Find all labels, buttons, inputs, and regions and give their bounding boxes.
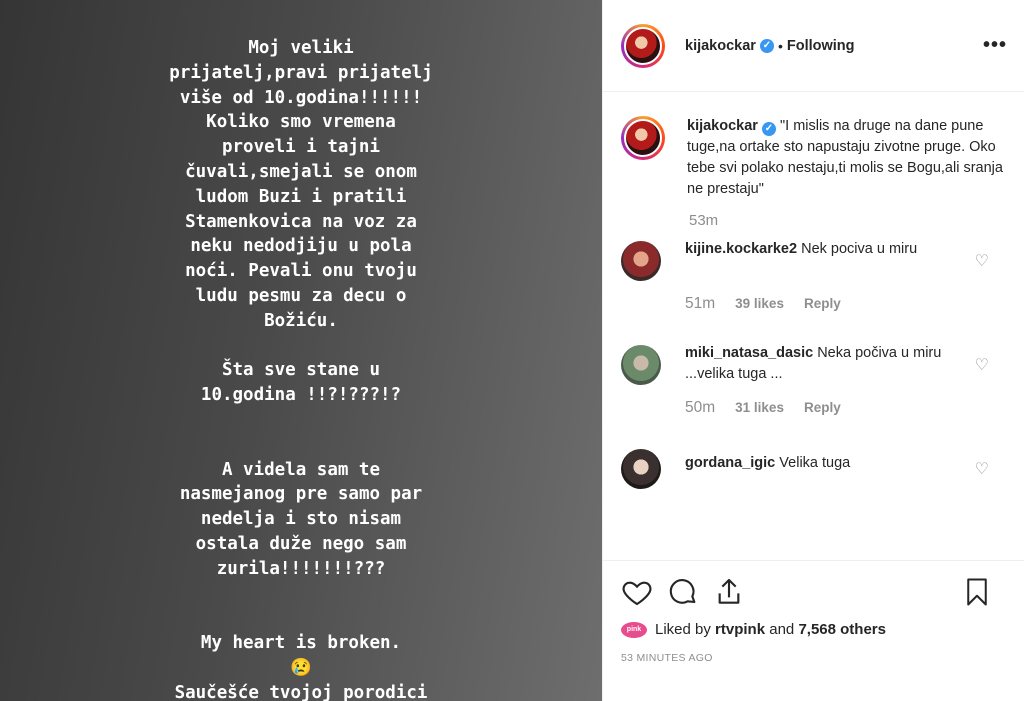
comment-meta: 51m 39 likes Reply bbox=[685, 295, 1007, 313]
post-actions: pink Liked by rtvpink and 7,568 others 5… bbox=[603, 560, 1024, 664]
commenter-avatar[interactable] bbox=[621, 345, 661, 385]
liker-username[interactable]: rtvpink bbox=[715, 621, 765, 638]
story-text: Moj veliki prijatelj,pravi prijatelj viš… bbox=[169, 38, 433, 701]
heart-icon[interactable] bbox=[621, 576, 653, 608]
caption-time[interactable]: 53m bbox=[689, 212, 1007, 229]
comment-text-block: gordana_igic Velika tuga bbox=[685, 453, 955, 489]
comment-meta: 50m 31 likes Reply bbox=[685, 399, 1007, 417]
reply-button[interactable]: Reply bbox=[804, 400, 841, 415]
comment-item: gordana_igic Velika tuga ♡ bbox=[621, 447, 1007, 489]
comment-time[interactable]: 51m bbox=[685, 295, 715, 313]
post-container: Moj veliki prijatelj,pravi prijatelj viš… bbox=[0, 0, 1024, 701]
post-header: kijakockar ✓ • Following ••• bbox=[603, 0, 1024, 92]
likes-summary: pink Liked by rtvpink and 7,568 others bbox=[621, 621, 1006, 638]
author-avatar[interactable] bbox=[621, 23, 665, 68]
commenter-avatar[interactable] bbox=[621, 241, 661, 281]
liked-by-prefix: Liked by bbox=[655, 621, 711, 638]
comment-username[interactable]: miki_natasa_dasic bbox=[685, 345, 813, 361]
like-comment-heart-icon[interactable]: ♡ bbox=[975, 355, 989, 375]
bookmark-icon[interactable] bbox=[962, 576, 992, 608]
comment-item: kijine.kockarke2 Nek pociva u miru ♡ bbox=[621, 239, 1007, 281]
author-avatar-image bbox=[624, 26, 662, 65]
comment-likes[interactable]: 39 likes bbox=[735, 296, 784, 311]
liker-avatar[interactable]: pink bbox=[621, 621, 647, 638]
reply-button[interactable]: Reply bbox=[804, 296, 841, 311]
like-comment-heart-icon[interactable]: ♡ bbox=[975, 251, 989, 271]
caption: kijakockar ✓ "I mislis na druge na dane p… bbox=[621, 116, 1007, 200]
verified-badge-icon: ✓ bbox=[759, 38, 774, 53]
comment-text-block: miki_natasa_dasic Neka počiva u miru ...… bbox=[685, 343, 955, 385]
post-sidebar: kijakockar ✓ • Following ••• kijakockar ✓… bbox=[602, 0, 1024, 701]
like-comment-heart-icon[interactable]: ♡ bbox=[975, 459, 989, 479]
comment-item: miki_natasa_dasic Neka počiva u miru ...… bbox=[621, 343, 1007, 385]
more-options-icon[interactable]: ••• bbox=[983, 34, 1007, 57]
comment-username[interactable]: gordana_igic bbox=[685, 455, 775, 471]
commenter-avatar[interactable] bbox=[621, 449, 661, 489]
comments-section[interactable]: kijakockar ✓ "I mislis na druge na dane p… bbox=[603, 93, 1024, 559]
comment-text-block: kijine.kockarke2 Nek pociva u miru bbox=[685, 239, 955, 281]
caption-avatar-image bbox=[624, 119, 662, 157]
comment-icon[interactable] bbox=[667, 576, 699, 608]
comment-username[interactable]: kijine.kockarke2 bbox=[685, 241, 797, 257]
comment-text: Velika tuga bbox=[779, 455, 851, 471]
post-image[interactable]: Moj veliki prijatelj,pravi prijatelj viš… bbox=[0, 0, 602, 701]
header-separator: • bbox=[777, 37, 783, 54]
caption-username[interactable]: kijakockar bbox=[687, 118, 758, 134]
post-timestamp[interactable]: 53 MINUTES AGO bbox=[621, 652, 1006, 664]
following-button[interactable]: Following bbox=[787, 38, 855, 54]
likes-count[interactable]: 7,568 others bbox=[798, 621, 886, 638]
share-icon[interactable] bbox=[713, 576, 745, 608]
comment-likes[interactable]: 31 likes bbox=[735, 400, 784, 415]
action-row bbox=[621, 561, 1006, 623]
comment-text: Nek pociva u miru bbox=[801, 241, 918, 257]
comment-time[interactable]: 50m bbox=[685, 399, 715, 417]
author-username[interactable]: kijakockar bbox=[685, 38, 756, 54]
caption-text-block: kijakockar ✓ "I mislis na druge na dane p… bbox=[687, 116, 1007, 200]
likes-and: and bbox=[769, 621, 795, 638]
verified-badge-icon: ✓ bbox=[761, 122, 776, 136]
caption-avatar[interactable] bbox=[621, 116, 665, 160]
